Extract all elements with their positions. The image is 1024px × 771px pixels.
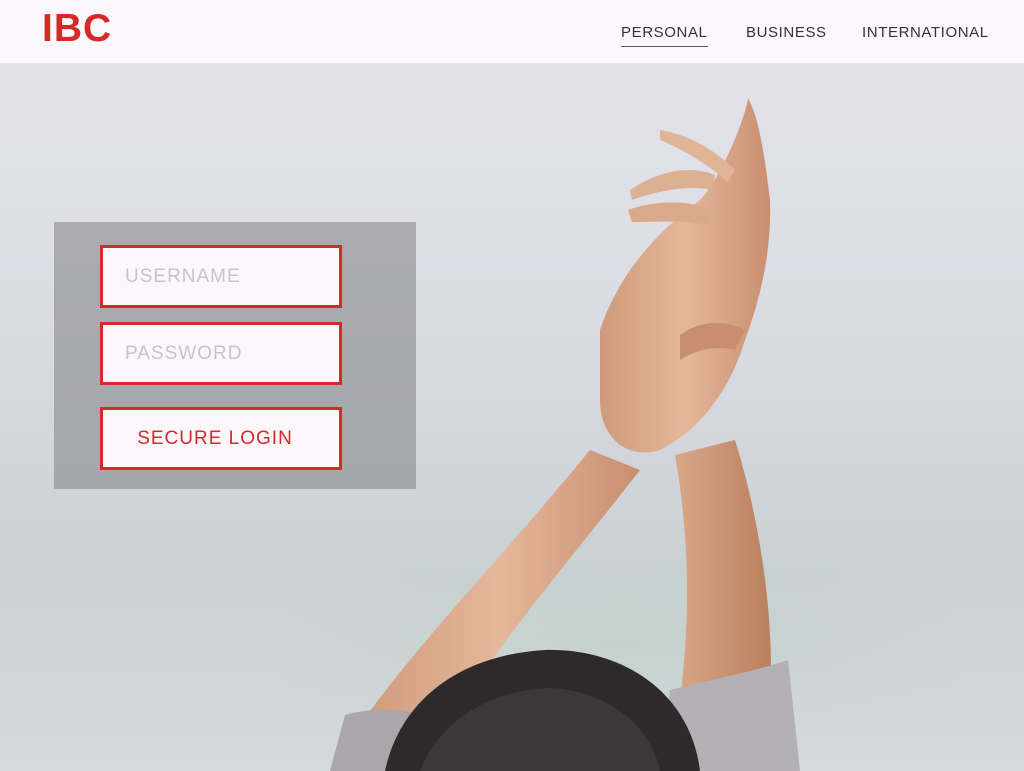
site-header: IBC PERSONAL BUSINESS INTERNATIONAL <box>0 0 1024 64</box>
login-panel: SECURE LOGIN <box>54 222 416 489</box>
username-input[interactable] <box>100 245 342 308</box>
secure-login-button[interactable]: SECURE LOGIN <box>100 407 342 470</box>
nav-international[interactable]: INTERNATIONAL <box>862 24 989 46</box>
nav-business[interactable]: BUSINESS <box>746 24 827 46</box>
nav-personal[interactable]: PERSONAL <box>621 24 708 47</box>
ibc-logo[interactable]: IBC <box>42 8 112 50</box>
hero-section: SECURE LOGIN <box>0 64 1024 771</box>
password-input[interactable] <box>100 322 342 385</box>
